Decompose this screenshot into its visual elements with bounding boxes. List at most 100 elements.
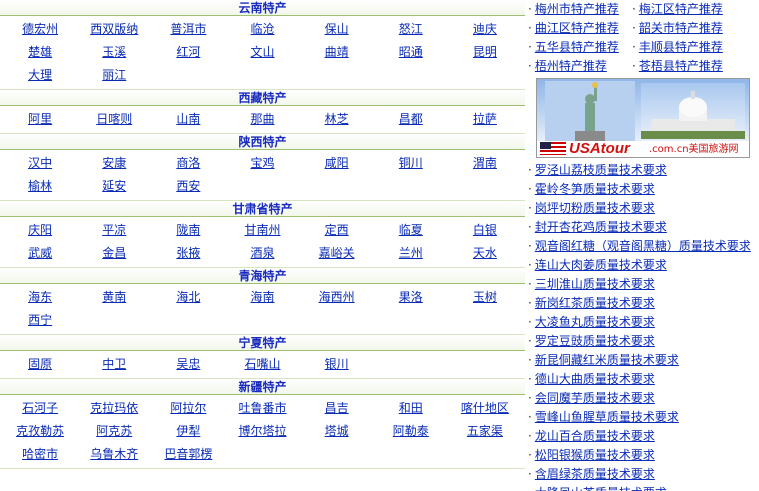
- region-link[interactable]: 塔城: [300, 420, 374, 443]
- region-link[interactable]: 甘南州: [225, 219, 299, 242]
- region-link[interactable]: 庆阳: [3, 219, 77, 242]
- section-title[interactable]: 宁夏特产: [238, 336, 286, 350]
- region-link[interactable]: 怒江: [374, 18, 448, 41]
- standard-link[interactable]: 会同魔芋质量技术要求: [535, 391, 655, 405]
- region-link[interactable]: 保山: [300, 18, 374, 41]
- region-link[interactable]: 张掖: [151, 242, 225, 265]
- standard-link[interactable]: 龙山百合质量技术要求: [535, 429, 655, 443]
- standard-link[interactable]: 含眉绿茶质量技术要求: [535, 467, 655, 481]
- region-link[interactable]: 嘉峪关: [300, 242, 374, 265]
- region-link[interactable]: 乌鲁木齐: [77, 443, 151, 466]
- region-link[interactable]: 海南: [225, 286, 299, 309]
- standard-link[interactable]: 德山大曲质量技术要求: [535, 372, 655, 386]
- region-link[interactable]: 海西州: [300, 286, 374, 309]
- recommend-link[interactable]: 韶关市特产推荐: [639, 21, 723, 35]
- region-link[interactable]: 伊犁: [151, 420, 225, 443]
- region-link[interactable]: 丽江: [77, 64, 151, 87]
- region-link[interactable]: 五家渠: [448, 420, 522, 443]
- recommend-link[interactable]: 五华县特产推荐: [535, 40, 619, 54]
- region-link[interactable]: 银川: [300, 353, 374, 376]
- section-title[interactable]: 青海特产: [238, 269, 286, 283]
- region-link[interactable]: 玉树: [448, 286, 522, 309]
- region-link[interactable]: 阿里: [3, 108, 77, 131]
- region-link[interactable]: 西安: [151, 175, 225, 198]
- standard-link[interactable]: 雪峰山鱼腥草质量技术要求: [535, 410, 679, 424]
- region-link[interactable]: 海东: [3, 286, 77, 309]
- standard-link[interactable]: 松阳银猴质量技术要求: [535, 448, 655, 462]
- region-link[interactable]: 铜川: [374, 152, 448, 175]
- region-link[interactable]: 昌吉: [300, 397, 374, 420]
- standard-link[interactable]: 罗泾山荔枝质量技术要求: [535, 163, 667, 177]
- standard-link[interactable]: 霍岭冬笋质量技术要求: [535, 182, 655, 196]
- section-title[interactable]: 陕西特产: [238, 135, 286, 149]
- region-link[interactable]: 黄南: [77, 286, 151, 309]
- recommend-link[interactable]: 曲江区特产推荐: [535, 21, 619, 35]
- standard-link[interactable]: 岗坪切粉质量技术要求: [535, 201, 655, 215]
- region-link[interactable]: 武威: [3, 242, 77, 265]
- region-link[interactable]: 德宏州: [3, 18, 77, 41]
- standard-link[interactable]: 观音阁红糖（观音阁黑糖）质量技术要求: [535, 239, 751, 253]
- region-link[interactable]: 文山: [225, 41, 299, 64]
- region-link[interactable]: 金昌: [77, 242, 151, 265]
- region-link[interactable]: 平凉: [77, 219, 151, 242]
- recommend-link[interactable]: 梅州市特产推荐: [535, 2, 619, 16]
- region-link[interactable]: 石嘴山: [225, 353, 299, 376]
- region-link[interactable]: 咸阳: [300, 152, 374, 175]
- region-link[interactable]: 白银: [448, 219, 522, 242]
- region-link[interactable]: 渭南: [448, 152, 522, 175]
- standard-link[interactable]: 大凌鱼丸质量技术要求: [535, 315, 655, 329]
- region-link[interactable]: 阿拉尔: [151, 397, 225, 420]
- standard-link[interactable]: 连山大肉姜质量技术要求: [535, 258, 667, 272]
- region-link[interactable]: 天水: [448, 242, 522, 265]
- region-link[interactable]: 石河子: [3, 397, 77, 420]
- usatour-banner[interactable]: USAtour .com.cn美国旅游网: [536, 78, 750, 158]
- recommend-link[interactable]: 丰顺县特产推荐: [639, 40, 723, 54]
- standard-link[interactable]: 封开杏花鸡质量技术要求: [535, 220, 667, 234]
- region-link[interactable]: 西双版纳: [77, 18, 151, 41]
- region-link[interactable]: 楚雄: [3, 41, 77, 64]
- region-link[interactable]: 克孜勒苏: [3, 420, 77, 443]
- section-title[interactable]: 西藏特产: [238, 91, 286, 105]
- standard-link[interactable]: 新岗红茶质量技术要求: [535, 296, 655, 310]
- region-link[interactable]: 固原: [3, 353, 77, 376]
- region-link[interactable]: 曲靖: [300, 41, 374, 64]
- standard-link[interactable]: 新昆侗藏红米质量技术要求: [535, 353, 679, 367]
- region-link[interactable]: 山南: [151, 108, 225, 131]
- section-title[interactable]: 甘肃省特产: [232, 202, 292, 216]
- region-link[interactable]: 昭通: [374, 41, 448, 64]
- region-link[interactable]: 吴忠: [151, 353, 225, 376]
- region-link[interactable]: 西宁: [3, 309, 77, 332]
- region-link[interactable]: 日喀则: [77, 108, 151, 131]
- region-link[interactable]: 吐鲁番市: [225, 397, 299, 420]
- region-link[interactable]: 大理: [3, 64, 77, 87]
- region-link[interactable]: 果洛: [374, 286, 448, 309]
- region-link[interactable]: 红河: [151, 41, 225, 64]
- region-link[interactable]: 普洱市: [151, 18, 225, 41]
- section-title[interactable]: 云南特产: [238, 1, 286, 15]
- region-link[interactable]: 哈密市: [3, 443, 77, 466]
- region-link[interactable]: 中卫: [77, 353, 151, 376]
- region-link[interactable]: 克拉玛依: [77, 397, 151, 420]
- region-link[interactable]: 兰州: [374, 242, 448, 265]
- standard-link[interactable]: 三圳淮山质量技术要求: [535, 277, 655, 291]
- region-link[interactable]: 迪庆: [448, 18, 522, 41]
- region-link[interactable]: 海北: [151, 286, 225, 309]
- region-link[interactable]: 喀什地区: [448, 397, 522, 420]
- region-link[interactable]: 玉溪: [77, 41, 151, 64]
- region-link[interactable]: 榆林: [3, 175, 77, 198]
- region-link[interactable]: 临夏: [374, 219, 448, 242]
- region-link[interactable]: 阿克苏: [77, 420, 151, 443]
- recommend-link[interactable]: 梅江区特产推荐: [639, 2, 723, 16]
- region-link[interactable]: 和田: [374, 397, 448, 420]
- region-link[interactable]: 商洛: [151, 152, 225, 175]
- section-title[interactable]: 新疆特产: [238, 380, 286, 394]
- standard-link[interactable]: 罗定豆豉质量技术要求: [535, 334, 655, 348]
- region-link[interactable]: 定西: [300, 219, 374, 242]
- recommend-link[interactable]: 梧州特产推荐: [535, 59, 607, 73]
- region-link[interactable]: 昌都: [374, 108, 448, 131]
- recommend-link[interactable]: 苍梧县特产推荐: [639, 59, 723, 73]
- region-link[interactable]: 拉萨: [448, 108, 522, 131]
- region-link[interactable]: 汉中: [3, 152, 77, 175]
- region-link[interactable]: 陇南: [151, 219, 225, 242]
- region-link[interactable]: 博尔塔拉: [225, 420, 299, 443]
